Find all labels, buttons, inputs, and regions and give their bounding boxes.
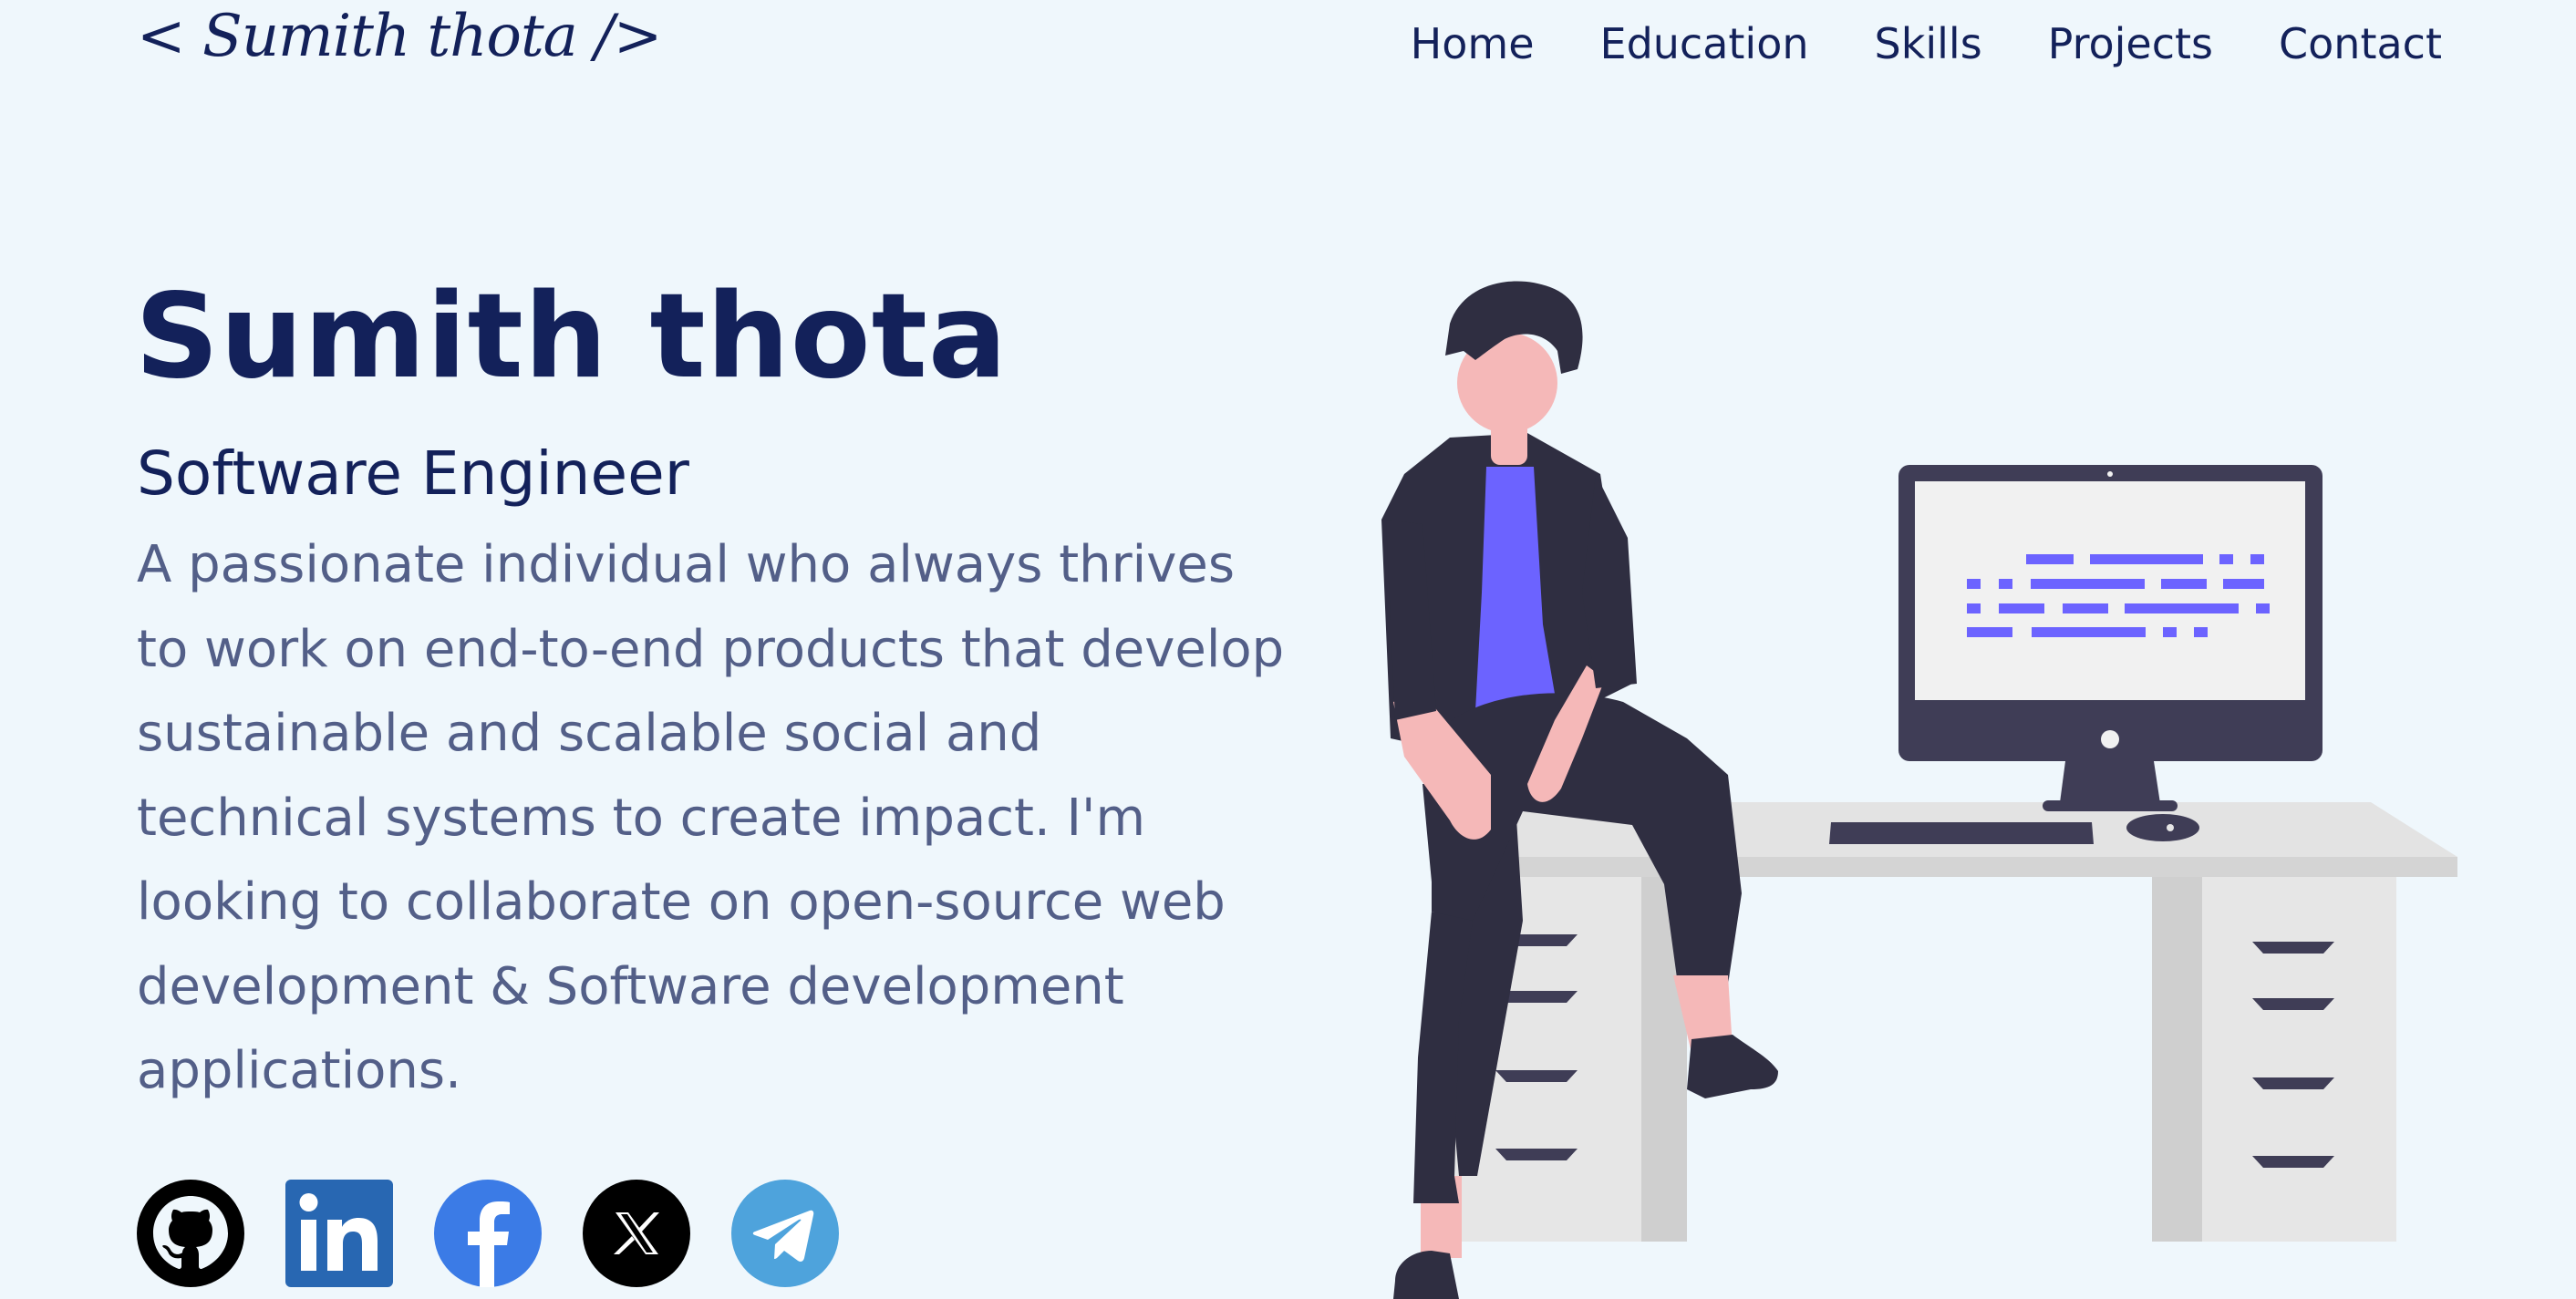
hero-role: Software Engineer bbox=[137, 438, 689, 509]
hero-bio: A passionate individual who always thriv… bbox=[137, 535, 1285, 1100]
x-icon[interactable] bbox=[583, 1180, 690, 1287]
nav-education-link[interactable]: Education bbox=[1600, 15, 1809, 73]
nav-contact-link[interactable]: Contact bbox=[2279, 15, 2442, 73]
developer-desk-illustration bbox=[1381, 281, 2457, 1299]
site-logo[interactable]: < Sumith thota /> bbox=[137, 0, 662, 73]
telegram-icon[interactable] bbox=[731, 1180, 839, 1287]
nav-home-link[interactable]: Home bbox=[1411, 15, 1535, 73]
nav-skills-link[interactable]: Skills bbox=[1875, 15, 1982, 73]
main-nav: Home Education Skills Projects Contact bbox=[1411, 15, 2442, 73]
facebook-icon[interactable] bbox=[434, 1180, 542, 1287]
social-links bbox=[137, 1180, 839, 1287]
nav-projects-link[interactable]: Projects bbox=[2048, 15, 2213, 73]
linkedin-icon[interactable] bbox=[285, 1180, 393, 1287]
github-icon[interactable] bbox=[137, 1180, 244, 1287]
hero-name: Sumith thota bbox=[135, 269, 1009, 405]
